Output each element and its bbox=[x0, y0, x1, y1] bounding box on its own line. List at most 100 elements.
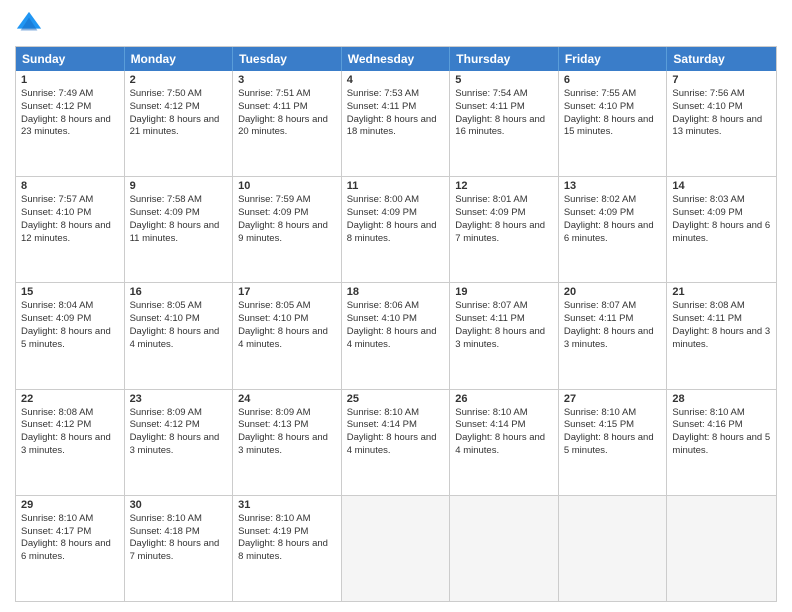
day-number: 21 bbox=[672, 286, 771, 298]
day-number: 6 bbox=[564, 74, 662, 86]
sunset-label: Sunset: 4:14 PM bbox=[455, 419, 525, 430]
sunset-label: Sunset: 4:10 PM bbox=[21, 207, 91, 218]
day-number: 17 bbox=[238, 286, 336, 298]
sunset-label: Sunset: 4:09 PM bbox=[455, 207, 525, 218]
day-number: 3 bbox=[238, 74, 336, 86]
header-day-tuesday: Tuesday bbox=[233, 47, 342, 71]
daylight-label: Daylight: 8 hours and 12 minutes. bbox=[21, 220, 111, 244]
calendar-cell: 16 Sunrise: 8:05 AM Sunset: 4:10 PM Dayl… bbox=[125, 283, 234, 388]
cell-info: Sunrise: 8:06 AM Sunset: 4:10 PM Dayligh… bbox=[347, 300, 445, 351]
calendar-cell: 28 Sunrise: 8:10 AM Sunset: 4:16 PM Dayl… bbox=[667, 390, 776, 495]
daylight-label: Daylight: 8 hours and 4 minutes. bbox=[238, 326, 328, 350]
calendar-cell: 1 Sunrise: 7:49 AM Sunset: 4:12 PM Dayli… bbox=[16, 71, 125, 176]
sunset-label: Sunset: 4:10 PM bbox=[347, 313, 417, 324]
calendar-cell: 29 Sunrise: 8:10 AM Sunset: 4:17 PM Dayl… bbox=[16, 496, 125, 601]
cell-info: Sunrise: 7:55 AM Sunset: 4:10 PM Dayligh… bbox=[564, 88, 662, 139]
sunrise-label: Sunrise: 8:09 AM bbox=[238, 407, 310, 418]
daylight-label: Daylight: 8 hours and 9 minutes. bbox=[238, 220, 328, 244]
calendar-cell: 17 Sunrise: 8:05 AM Sunset: 4:10 PM Dayl… bbox=[233, 283, 342, 388]
sunset-label: Sunset: 4:11 PM bbox=[455, 313, 525, 324]
calendar-cell: 23 Sunrise: 8:09 AM Sunset: 4:12 PM Dayl… bbox=[125, 390, 234, 495]
calendar-cell: 21 Sunrise: 8:08 AM Sunset: 4:11 PM Dayl… bbox=[667, 283, 776, 388]
daylight-label: Daylight: 8 hours and 6 minutes. bbox=[21, 538, 111, 562]
calendar-cell: 9 Sunrise: 7:58 AM Sunset: 4:09 PM Dayli… bbox=[125, 177, 234, 282]
sunset-label: Sunset: 4:10 PM bbox=[238, 313, 308, 324]
calendar-cell: 26 Sunrise: 8:10 AM Sunset: 4:14 PM Dayl… bbox=[450, 390, 559, 495]
sunrise-label: Sunrise: 7:53 AM bbox=[347, 88, 419, 99]
sunrise-label: Sunrise: 8:02 AM bbox=[564, 194, 636, 205]
sunset-label: Sunset: 4:09 PM bbox=[238, 207, 308, 218]
sunrise-label: Sunrise: 8:10 AM bbox=[455, 407, 527, 418]
daylight-label: Daylight: 8 hours and 5 minutes. bbox=[21, 326, 111, 350]
sunrise-label: Sunrise: 8:08 AM bbox=[21, 407, 93, 418]
calendar-cell bbox=[559, 496, 668, 601]
day-number: 22 bbox=[21, 393, 119, 405]
calendar-cell: 6 Sunrise: 7:55 AM Sunset: 4:10 PM Dayli… bbox=[559, 71, 668, 176]
cell-info: Sunrise: 8:07 AM Sunset: 4:11 PM Dayligh… bbox=[564, 300, 662, 351]
sunset-label: Sunset: 4:16 PM bbox=[672, 419, 742, 430]
sunset-label: Sunset: 4:12 PM bbox=[21, 419, 91, 430]
sunrise-label: Sunrise: 8:10 AM bbox=[672, 407, 744, 418]
daylight-label: Daylight: 8 hours and 8 minutes. bbox=[347, 220, 437, 244]
sunrise-label: Sunrise: 8:10 AM bbox=[564, 407, 636, 418]
day-number: 11 bbox=[347, 180, 445, 192]
day-number: 16 bbox=[130, 286, 228, 298]
daylight-label: Daylight: 8 hours and 15 minutes. bbox=[564, 114, 654, 138]
calendar-cell: 19 Sunrise: 8:07 AM Sunset: 4:11 PM Dayl… bbox=[450, 283, 559, 388]
calendar-cell: 22 Sunrise: 8:08 AM Sunset: 4:12 PM Dayl… bbox=[16, 390, 125, 495]
day-number: 28 bbox=[672, 393, 771, 405]
day-number: 30 bbox=[130, 499, 228, 511]
calendar-cell: 15 Sunrise: 8:04 AM Sunset: 4:09 PM Dayl… bbox=[16, 283, 125, 388]
sunset-label: Sunset: 4:09 PM bbox=[564, 207, 634, 218]
cell-info: Sunrise: 8:05 AM Sunset: 4:10 PM Dayligh… bbox=[238, 300, 336, 351]
sunrise-label: Sunrise: 7:55 AM bbox=[564, 88, 636, 99]
day-number: 12 bbox=[455, 180, 553, 192]
logo bbox=[15, 10, 47, 38]
calendar-cell: 11 Sunrise: 8:00 AM Sunset: 4:09 PM Dayl… bbox=[342, 177, 451, 282]
calendar-cell: 4 Sunrise: 7:53 AM Sunset: 4:11 PM Dayli… bbox=[342, 71, 451, 176]
sunrise-label: Sunrise: 7:57 AM bbox=[21, 194, 93, 205]
header bbox=[15, 10, 777, 38]
daylight-label: Daylight: 8 hours and 3 minutes. bbox=[130, 432, 220, 456]
calendar: SundayMondayTuesdayWednesdayThursdayFrid… bbox=[15, 46, 777, 602]
sunrise-label: Sunrise: 8:07 AM bbox=[564, 300, 636, 311]
calendar-cell: 2 Sunrise: 7:50 AM Sunset: 4:12 PM Dayli… bbox=[125, 71, 234, 176]
calendar-cell: 18 Sunrise: 8:06 AM Sunset: 4:10 PM Dayl… bbox=[342, 283, 451, 388]
daylight-label: Daylight: 8 hours and 3 minutes. bbox=[21, 432, 111, 456]
calendar-cell: 3 Sunrise: 7:51 AM Sunset: 4:11 PM Dayli… bbox=[233, 71, 342, 176]
calendar-row-4: 22 Sunrise: 8:08 AM Sunset: 4:12 PM Dayl… bbox=[16, 389, 776, 495]
day-number: 10 bbox=[238, 180, 336, 192]
calendar-cell: 12 Sunrise: 8:01 AM Sunset: 4:09 PM Dayl… bbox=[450, 177, 559, 282]
calendar-header: SundayMondayTuesdayWednesdayThursdayFrid… bbox=[16, 47, 776, 71]
daylight-label: Daylight: 8 hours and 7 minutes. bbox=[130, 538, 220, 562]
sunset-label: Sunset: 4:18 PM bbox=[130, 526, 200, 537]
calendar-cell: 7 Sunrise: 7:56 AM Sunset: 4:10 PM Dayli… bbox=[667, 71, 776, 176]
day-number: 15 bbox=[21, 286, 119, 298]
day-number: 7 bbox=[672, 74, 771, 86]
sunrise-label: Sunrise: 8:05 AM bbox=[130, 300, 202, 311]
header-day-saturday: Saturday bbox=[667, 47, 776, 71]
cell-info: Sunrise: 7:50 AM Sunset: 4:12 PM Dayligh… bbox=[130, 88, 228, 139]
header-day-wednesday: Wednesday bbox=[342, 47, 451, 71]
daylight-label: Daylight: 8 hours and 6 minutes. bbox=[564, 220, 654, 244]
daylight-label: Daylight: 8 hours and 20 minutes. bbox=[238, 114, 328, 138]
calendar-cell: 31 Sunrise: 8:10 AM Sunset: 4:19 PM Dayl… bbox=[233, 496, 342, 601]
day-number: 18 bbox=[347, 286, 445, 298]
sunset-label: Sunset: 4:11 PM bbox=[564, 313, 634, 324]
cell-info: Sunrise: 8:09 AM Sunset: 4:13 PM Dayligh… bbox=[238, 407, 336, 458]
sunset-label: Sunset: 4:14 PM bbox=[347, 419, 417, 430]
logo-icon bbox=[15, 10, 43, 38]
sunrise-label: Sunrise: 7:54 AM bbox=[455, 88, 527, 99]
sunrise-label: Sunrise: 8:04 AM bbox=[21, 300, 93, 311]
header-day-monday: Monday bbox=[125, 47, 234, 71]
cell-info: Sunrise: 7:51 AM Sunset: 4:11 PM Dayligh… bbox=[238, 88, 336, 139]
cell-info: Sunrise: 8:07 AM Sunset: 4:11 PM Dayligh… bbox=[455, 300, 553, 351]
sunrise-label: Sunrise: 8:09 AM bbox=[130, 407, 202, 418]
day-number: 9 bbox=[130, 180, 228, 192]
sunrise-label: Sunrise: 7:49 AM bbox=[21, 88, 93, 99]
calendar-cell: 27 Sunrise: 8:10 AM Sunset: 4:15 PM Dayl… bbox=[559, 390, 668, 495]
page: SundayMondayTuesdayWednesdayThursdayFrid… bbox=[0, 0, 792, 612]
sunrise-label: Sunrise: 8:03 AM bbox=[672, 194, 744, 205]
calendar-cell: 5 Sunrise: 7:54 AM Sunset: 4:11 PM Dayli… bbox=[450, 71, 559, 176]
sunset-label: Sunset: 4:12 PM bbox=[21, 101, 91, 112]
